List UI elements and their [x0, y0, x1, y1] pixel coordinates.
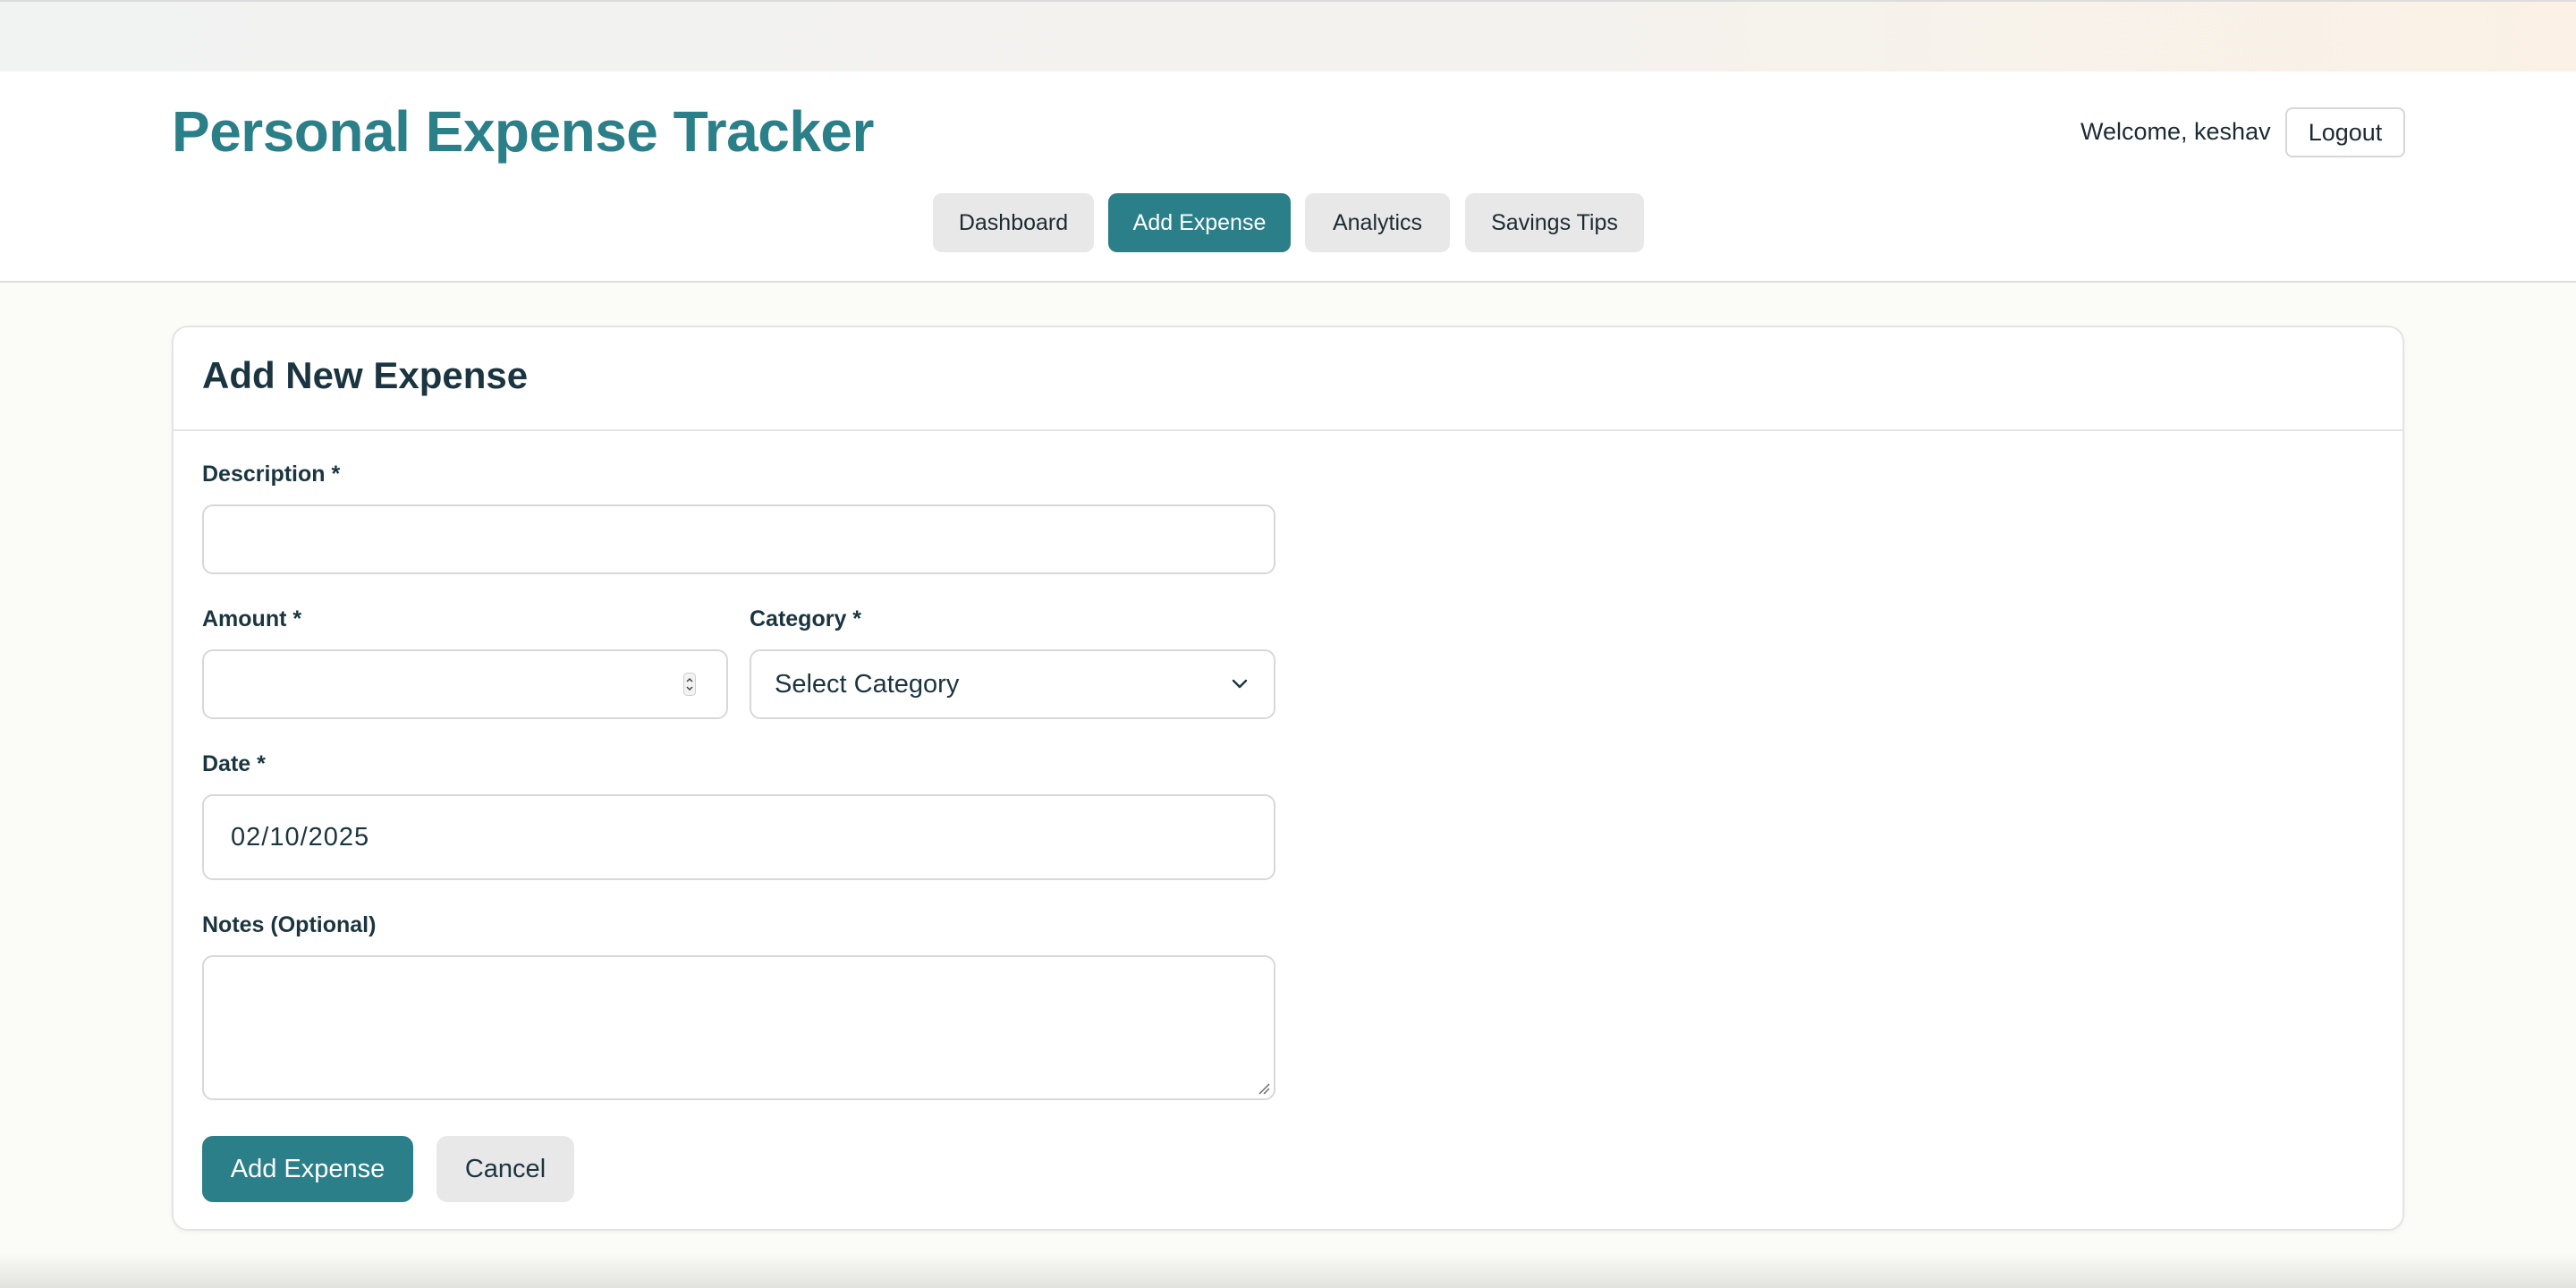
description-input[interactable] [202, 504, 1275, 574]
amount-input[interactable] [202, 649, 728, 719]
amount-label: Amount * [202, 606, 302, 631]
category-select[interactable]: Select Category [750, 649, 1275, 719]
date-input[interactable]: 02/10/2025 [202, 794, 1275, 880]
card-header: Add New Expense [174, 327, 2402, 431]
browser-top-strip [0, 0, 2576, 72]
tab-savings-tips[interactable]: Savings Tips [1465, 193, 1644, 252]
add-expense-button[interactable]: Add Expense [202, 1136, 413, 1202]
app-title: Personal Expense Tracker [172, 99, 874, 164]
main-nav: Dashboard Add Expense Analytics Savings … [0, 193, 2576, 254]
notes-textarea[interactable] [202, 955, 1275, 1100]
welcome-text: Welcome, keshav [2080, 118, 2271, 145]
logout-button[interactable]: Logout [2285, 107, 2405, 157]
add-expense-card: Add New Expense Description * Amount * C… [172, 326, 2404, 1231]
date-label: Date * [202, 751, 266, 776]
spinner-arrows-icon[interactable] [683, 673, 696, 696]
description-label: Description * [202, 462, 341, 487]
window-bottom-shadow [0, 1252, 2576, 1288]
cancel-button[interactable]: Cancel [436, 1136, 574, 1202]
category-selected-value: Select Category [775, 669, 960, 699]
card-title: Add New Expense [202, 354, 529, 396]
notes-label: Notes (Optional) [202, 912, 377, 937]
category-label: Category * [750, 606, 862, 631]
chevron-down-icon [1232, 679, 1248, 689]
tab-add-expense[interactable]: Add Expense [1108, 193, 1291, 252]
app-header: Personal Expense Tracker Welcome, keshav… [0, 72, 2576, 283]
resize-grip-icon[interactable] [1258, 1082, 1270, 1095]
date-value: 02/10/2025 [231, 822, 370, 852]
tab-analytics[interactable]: Analytics [1305, 193, 1450, 252]
tab-dashboard[interactable]: Dashboard [933, 193, 1094, 252]
